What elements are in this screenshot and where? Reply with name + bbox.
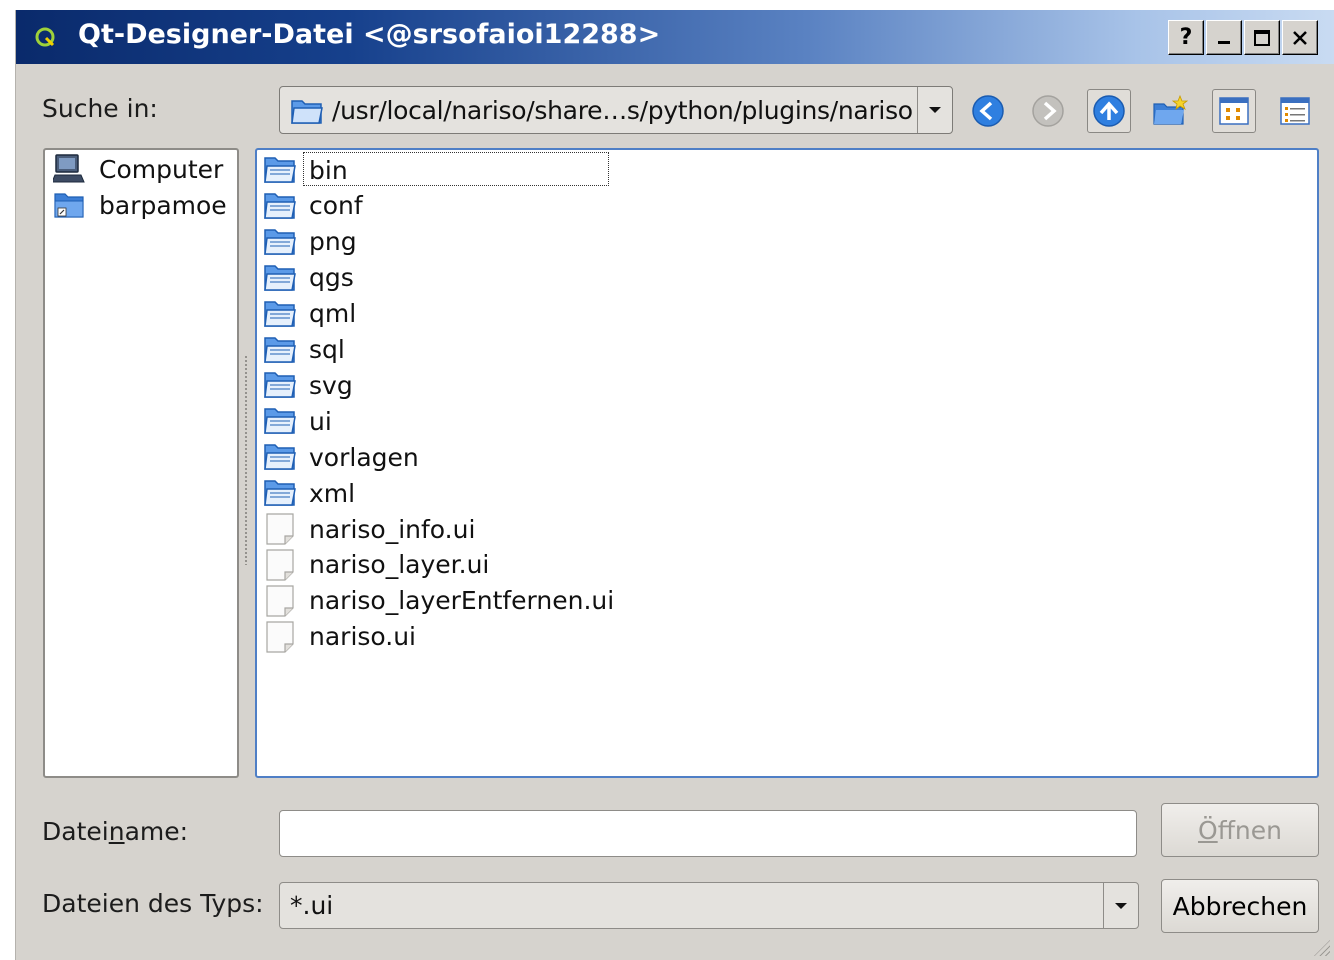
list-view-icon: [1219, 97, 1249, 125]
splitter-handle[interactable]: [244, 355, 248, 565]
item-label: qgs: [309, 263, 354, 293]
title-bar[interactable]: Qt-Designer-Datei <@srsofaioi12288> ?: [16, 10, 1334, 64]
folder-icon: [264, 372, 296, 399]
open-button[interactable]: Öffnen: [1161, 803, 1319, 857]
close-icon: [1293, 30, 1307, 45]
item-label: qml: [309, 299, 357, 329]
lookin-dropdown-button[interactable]: [917, 87, 952, 133]
item-label: nariso.ui: [309, 622, 417, 652]
folder-icon: [291, 100, 323, 124]
folder-item[interactable]: bin: [263, 153, 348, 187]
folder-item[interactable]: svg: [263, 368, 353, 402]
detail-view-button[interactable]: [1273, 89, 1317, 133]
file-item[interactable]: nariso.ui: [263, 620, 416, 654]
item-label: nariso_layerEntfernen.ui: [309, 586, 615, 616]
folder-item[interactable]: ui: [263, 404, 332, 438]
file-icon: [266, 621, 294, 653]
item-label: nariso_info.ui: [309, 514, 476, 544]
file-icon: [266, 513, 294, 545]
lookin-label: Suche in:: [42, 94, 158, 123]
filename-label-post: ame:: [124, 817, 189, 846]
folder-icon: [264, 193, 296, 219]
arrow-up-icon: [1093, 95, 1125, 127]
new-folder-button[interactable]: [1148, 89, 1192, 133]
filetype-label: Dateien des Typs:: [42, 889, 264, 918]
folder-icon: [264, 157, 296, 183]
item-label: xml: [309, 478, 356, 508]
folder-item[interactable]: qml: [263, 297, 356, 331]
filetype-combobox[interactable]: *.ui: [279, 882, 1139, 929]
help-button[interactable]: ?: [1168, 20, 1204, 55]
qgis-app-icon: [35, 27, 55, 47]
sidebar-item-label: barpamoe: [99, 190, 227, 220]
window-title: Qt-Designer-Datei <@srsofaioi12288>: [78, 19, 661, 50]
folder-icon: [264, 229, 296, 255]
computer-icon: [53, 154, 85, 183]
folder-item[interactable]: sql: [263, 333, 345, 367]
chevron-down-icon: [929, 107, 941, 113]
forward-button[interactable]: [1026, 89, 1070, 133]
lookin-path: /usr/local/nariso/share…s/python/plugins…: [332, 96, 913, 125]
filename-label-mnemonic: n: [108, 817, 125, 846]
open-button-label: ffnen: [1217, 815, 1282, 845]
folder-item[interactable]: conf: [263, 189, 363, 223]
item-label: conf: [309, 191, 363, 221]
folder-icon: [264, 336, 296, 363]
item-label: nariso_layer.ui: [309, 550, 490, 580]
home-folder-icon: [54, 193, 84, 218]
item-label: vorlagen: [309, 442, 419, 472]
folder-icon: [264, 264, 296, 291]
file-item[interactable]: nariso_info.ui: [263, 512, 475, 546]
item-label: bin: [309, 155, 348, 185]
file-icon: [266, 585, 294, 617]
folder-item[interactable]: qgs: [263, 261, 354, 295]
maximize-button[interactable]: [1244, 20, 1280, 55]
item-label: sql: [309, 335, 345, 364]
folder-icon: [264, 444, 296, 470]
parent-directory-button[interactable]: [1087, 89, 1131, 133]
folder-icon: [264, 300, 296, 327]
chevron-down-icon: [1115, 902, 1127, 909]
sidebar-item-barpamoe[interactable]: barpamoe: [53, 188, 227, 222]
list-view-button[interactable]: [1212, 89, 1256, 133]
minimize-icon: [1218, 40, 1230, 44]
lookin-combobox[interactable]: /usr/local/nariso/share…s/python/plugins…: [279, 86, 953, 134]
filetype-value: *.ui: [290, 891, 334, 920]
resize-grip[interactable]: [1314, 940, 1330, 956]
filename-input[interactable]: [279, 810, 1137, 857]
folder-icon: [264, 480, 296, 506]
folder-item[interactable]: xml: [263, 476, 355, 510]
file-dialog-window: Qt-Designer-Datei <@srsofaioi12288> ? Su…: [15, 10, 1334, 960]
file-icon: [266, 549, 294, 581]
folder-icon: [264, 408, 296, 435]
open-button-mnemonic: Ö: [1198, 815, 1218, 845]
filetype-dropdown-button[interactable]: [1103, 883, 1138, 928]
item-label: ui: [309, 406, 332, 436]
folder-item[interactable]: vorlagen: [263, 440, 419, 474]
close-button[interactable]: [1282, 20, 1318, 55]
detail-view-icon: [1280, 97, 1310, 125]
item-label: svg: [309, 370, 353, 400]
folder-item[interactable]: png: [263, 225, 357, 259]
maximize-icon: [1254, 29, 1270, 46]
sidebar-places[interactable]: Computer barpamoe: [43, 148, 239, 778]
new-folder-icon: [1153, 94, 1189, 125]
item-label: png: [309, 227, 357, 257]
file-item[interactable]: nariso_layerEntfernen.ui: [263, 584, 614, 618]
file-item[interactable]: nariso_layer.ui: [263, 548, 489, 582]
sidebar-item-label: Computer: [99, 154, 224, 184]
arrow-right-icon: [1032, 95, 1064, 127]
file-list[interactable]: bin conf png qgs qml sql svg ui vorlagen xml naris…: [255, 148, 1319, 778]
filename-label: Dateiname:: [42, 817, 188, 846]
back-button[interactable]: [966, 89, 1010, 133]
arrow-left-icon: [972, 95, 1004, 127]
filename-label-pre: Datei: [42, 817, 109, 846]
cancel-button[interactable]: Abbrechen: [1161, 879, 1319, 933]
sidebar-item-computer[interactable]: Computer: [53, 152, 223, 186]
focus-indicator: [303, 152, 609, 186]
minimize-button[interactable]: [1206, 20, 1242, 55]
